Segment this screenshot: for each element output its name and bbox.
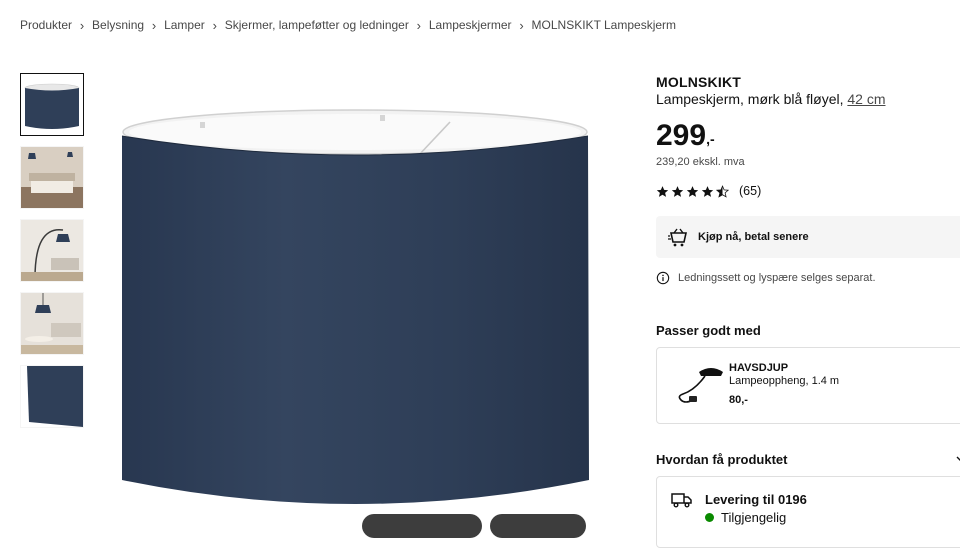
notice: Ledningssett og lyspære selges separat.	[656, 271, 876, 285]
chevron-right-icon: ›	[519, 17, 524, 33]
product-name: MOLNSKIKT	[656, 74, 742, 90]
living-room-thumbnail-image	[21, 293, 83, 354]
availability-dot-icon	[705, 513, 714, 522]
thumbnail-lampshade[interactable]	[20, 73, 84, 136]
price-integer: 299	[656, 119, 707, 152]
pairs-with-card[interactable]: HAVSDJUP Lampeoppheng, 1.4 m 80,-	[656, 347, 960, 424]
thumbnail-arc-lamp[interactable]	[20, 219, 84, 282]
size-link[interactable]: 42 cm	[847, 91, 885, 107]
price: 299 ,-	[656, 119, 715, 153]
view-in-room-button[interactable]	[362, 514, 482, 538]
breadcrumb-produkter[interactable]: Produkter	[20, 18, 72, 32]
price-suffix: ,-	[706, 131, 715, 147]
buy-now-pay-later-banner[interactable]: Kjøp nå, betal senere	[656, 216, 960, 258]
delivery-status: Tilgjengelig	[705, 510, 786, 525]
truck-icon	[671, 493, 692, 508]
rating-count: (65)	[739, 184, 762, 198]
lampshade-image	[110, 70, 600, 532]
pair-item-name: HAVSDJUP	[729, 362, 789, 374]
breadcrumb: Produkter › Belysning › Lamper › Skjerme…	[20, 17, 676, 33]
thumbnail-living-room[interactable]	[20, 292, 84, 355]
pair-item-price: 80,-	[729, 394, 748, 406]
delivery-status-text: Tilgjengelig	[721, 510, 787, 525]
rating[interactable]: (65)	[656, 184, 761, 198]
pair-item-description: Lampeoppheng, 1.4 m	[729, 375, 840, 387]
product-description: Lampeskjerm, mørk blå fløyel, 42 cm	[656, 91, 886, 107]
star-full-icon	[701, 185, 714, 197]
cord-set-image	[678, 368, 723, 403]
info-icon	[656, 271, 670, 285]
breadcrumb-belysning[interactable]: Belysning	[92, 18, 144, 32]
zoom-button[interactable]	[490, 514, 586, 538]
thumbnail-fabric[interactable]	[20, 365, 84, 428]
breadcrumb-current: MOLNSKIKT Lampeskjerm	[531, 18, 677, 32]
price-ex-vat: 239,20 ekskl. mva	[656, 156, 745, 168]
delivery-section-title: Hvordan få produktet	[656, 452, 788, 467]
arc-lamp-thumbnail-image	[21, 220, 83, 281]
star-rating	[656, 184, 731, 198]
product-description-text: Lampeskjerm, mørk blå fløyel,	[656, 91, 844, 107]
star-full-icon	[671, 185, 684, 197]
breadcrumb-lamper[interactable]: Lamper	[164, 18, 205, 32]
buy-now-pay-later-label: Kjøp nå, betal senere	[698, 231, 809, 243]
star-full-icon	[656, 185, 669, 197]
pairs-with-title: Passer godt med	[656, 323, 761, 338]
chevron-right-icon: ›	[416, 17, 422, 33]
star-half-icon	[716, 184, 729, 198]
breadcrumb-skjermer[interactable]: Skjermer, lampeføtter og ledninger	[225, 18, 409, 32]
breadcrumb-lampeskjermer[interactable]: Lampeskjermer	[429, 18, 512, 32]
fabric-thumbnail-image	[21, 366, 83, 427]
chevron-right-icon: ›	[79, 17, 85, 33]
klarna-icon	[668, 228, 687, 247]
chevron-right-icon: ›	[151, 17, 157, 33]
delivery-card[interactable]: Levering til 0196 Tilgjengelig	[656, 476, 960, 548]
delivery-title: Levering til 0196	[705, 492, 807, 507]
notice-text: Ledningssett og lyspære selges separat.	[678, 272, 876, 284]
star-full-icon	[686, 185, 699, 197]
chevron-down-icon[interactable]	[956, 454, 960, 464]
bedroom-thumbnail-image	[21, 147, 83, 208]
main-product-image[interactable]	[110, 70, 600, 532]
thumbnail-bedroom[interactable]	[20, 146, 84, 209]
lampshade-thumbnail-image	[21, 74, 83, 135]
chevron-right-icon: ›	[212, 17, 217, 33]
